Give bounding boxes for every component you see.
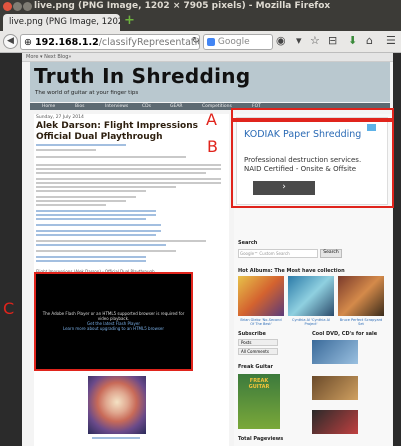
album-caption-3[interactable]: Bruce Perfect Scrapyard Set	[338, 318, 384, 326]
menu-item-bios[interactable]: Bios	[75, 104, 84, 109]
new-tab-icon[interactable]: +	[124, 14, 135, 27]
link-line[interactable]	[36, 224, 161, 226]
annotation-box-b	[231, 120, 394, 208]
menu-item-competitions[interactable]: Competitions	[202, 104, 232, 109]
minimize-window-button[interactable]	[13, 2, 22, 11]
subscribe-heading: Subscribe	[238, 331, 266, 337]
text-line	[36, 186, 176, 188]
site-identity-icon[interactable]: ⊕	[24, 37, 32, 48]
albums-heading: Hot Albums: The Most have collection	[238, 268, 345, 274]
back-icon[interactable]: ◀	[3, 34, 18, 49]
link-line[interactable]	[36, 256, 146, 258]
maximize-window-button[interactable]	[23, 2, 32, 11]
link-line[interactable]	[36, 260, 146, 262]
url-bar[interactable]: ⊕ 192.168.1.2/classifyRepresentations/he…	[20, 34, 200, 50]
bookmarks-menu-icon[interactable]: ⊟	[328, 34, 337, 47]
cool-dvd-heading: Cool DVD, CD's for sale	[312, 331, 378, 337]
link-line[interactable]	[36, 218, 146, 220]
subscribe-posts[interactable]: Posts	[238, 339, 278, 346]
blog-tagline: The world of guitar at your finger tips	[35, 90, 139, 96]
blog-title[interactable]: Truth In Shredding	[34, 64, 250, 88]
blogger-navbar[interactable]: More ▾ Next Blog»	[22, 53, 393, 62]
text-line	[36, 172, 206, 174]
menu-icon[interactable]: ☰	[386, 34, 396, 47]
post-byline	[36, 144, 126, 146]
menu-item-interviews[interactable]: Interviews	[105, 104, 128, 109]
subscribe-comments[interactable]: All Comments	[238, 348, 278, 355]
search-bar[interactable]: Google	[203, 34, 273, 50]
url-path: /classifyRepresentations/headers ▾	[98, 37, 199, 48]
search-engine-icon[interactable]	[207, 37, 215, 46]
album-thumb-1[interactable]	[238, 276, 284, 316]
reload-icon[interactable]: ↻	[192, 36, 200, 46]
dvd-thumb-3[interactable]	[312, 410, 358, 434]
text-line	[36, 178, 221, 180]
annotation-label-b: B	[207, 137, 218, 156]
album-cover-image[interactable]	[88, 376, 146, 434]
text-line	[36, 164, 221, 166]
menu-item-home[interactable]: Home	[42, 104, 55, 109]
blog-search-input[interactable]: Google™ Custom Search	[238, 249, 318, 258]
share-buttons[interactable]	[36, 149, 96, 151]
subscribe-comments-label: All Comments	[241, 349, 269, 354]
album-caption[interactable]	[92, 437, 140, 439]
album-thumb-3[interactable]	[338, 276, 384, 316]
close-window-button[interactable]	[3, 2, 12, 11]
text-line	[36, 168, 221, 170]
dvd-thumb-1[interactable]	[312, 340, 358, 364]
go-icon[interactable]: ◉	[276, 34, 286, 47]
annotation-box-a	[231, 108, 394, 120]
search-heading: Search	[238, 240, 258, 246]
total-pageviews-heading: Total Pageviews	[238, 436, 284, 442]
menu-item-gear[interactable]: GEAR	[170, 104, 183, 109]
post-date: Sunday, 27 July 2014	[36, 115, 84, 120]
freak-guitar-heading: Freak Guitar	[238, 364, 273, 370]
url-host: 192.168.1.2	[35, 37, 99, 48]
text-line	[36, 182, 221, 184]
download-icon[interactable]: ⬇	[348, 34, 357, 47]
album-caption-2[interactable]: Cynthia Al 'Cynthia Al Project'	[288, 318, 334, 326]
text-line	[36, 156, 186, 158]
link-line[interactable]	[36, 214, 156, 216]
album-thumb-2[interactable]	[288, 276, 334, 316]
subscribe-posts-label: Posts	[241, 340, 252, 345]
link-line[interactable]	[36, 234, 156, 236]
blog-search-button[interactable]: Search	[320, 249, 342, 258]
text-line	[36, 204, 106, 206]
text-line	[36, 200, 126, 202]
window-title: live.png (PNG Image, 1202 × 7905 pixels)…	[34, 1, 331, 11]
bookmark-star-icon[interactable]: ☆	[310, 34, 320, 47]
freak-guitar-poster-text: FREAK GUITAR	[248, 378, 270, 390]
text-line	[36, 190, 146, 192]
link-line[interactable]	[36, 210, 156, 212]
link-line[interactable]	[36, 230, 161, 232]
tab-live-png[interactable]: live.png (PNG Image, 1202 ...	[3, 14, 120, 31]
text-line	[36, 250, 176, 252]
home-icon[interactable]: ⌂	[366, 34, 373, 47]
menu-item-cds[interactable]: CDs	[142, 104, 151, 109]
text-line	[36, 196, 136, 198]
text-line	[36, 240, 206, 242]
annotation-label-a: A	[206, 110, 217, 129]
search-placeholder: Google	[217, 37, 250, 47]
annotation-box-c	[34, 272, 193, 371]
dvd-thumb-2[interactable]	[312, 376, 358, 400]
link-line[interactable]	[36, 244, 166, 246]
dropdown-icon[interactable]: ▾	[296, 34, 302, 47]
annotation-label-c: C	[3, 299, 15, 318]
album-caption-1[interactable]: Brian Glebz 'No-Second Of The Best'	[238, 318, 284, 326]
post-title[interactable]: Alek Darson: Flight Impressions Official…	[36, 121, 226, 143]
